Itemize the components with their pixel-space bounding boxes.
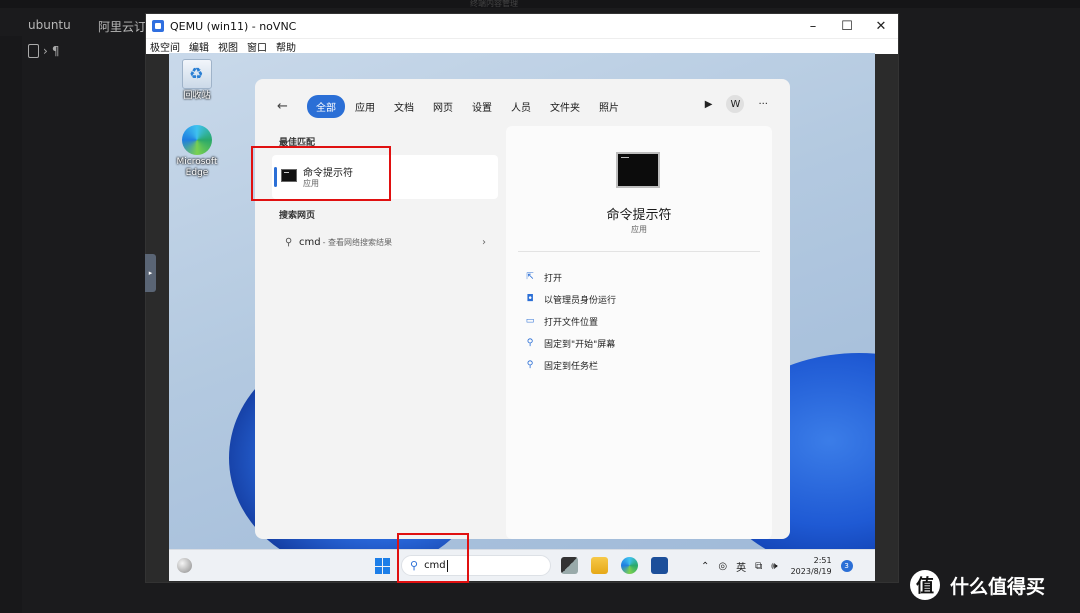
tab-folders[interactable]: 文件夹 [541, 95, 589, 118]
action-open[interactable]: ⇱ 打开 [524, 266, 616, 288]
chevron-right-icon[interactable]: › [482, 237, 486, 248]
panel-tools: ▶ W ··· [705, 95, 768, 113]
clock-time: 2:51 [813, 556, 832, 565]
chevron-up-icon[interactable]: ⌃ [701, 561, 709, 572]
desktop-icon-label: Microsoft Edge [176, 157, 218, 178]
tab-settings[interactable]: 设置 [463, 95, 501, 118]
volume-icon[interactable]: 🕪 [771, 561, 777, 572]
action-run-as-admin[interactable]: ◘ 以管理员身份运行 [524, 288, 616, 310]
display-icon[interactable]: ⧉ [755, 561, 762, 572]
detail-app-name: 命令提示符 [606, 208, 672, 223]
action-label: 以管理员身份运行 [544, 295, 617, 306]
menu-bar: 极空间 编辑 视图 窗口 帮助 [146, 38, 898, 54]
document-icon[interactable] [28, 44, 39, 58]
more-options-icon[interactable]: ··· [758, 99, 768, 110]
menu-item-zspace[interactable]: 极空间 [150, 39, 180, 54]
start-logo-tile [383, 558, 390, 566]
start-logo-tile [383, 566, 390, 574]
action-pin-to-taskbar[interactable]: ⚲ 固定到任务栏 [524, 354, 616, 376]
tab-apps[interactable]: 应用 [346, 95, 384, 118]
clock[interactable]: 2:51 2023/8/19 [791, 555, 832, 577]
search-filter-tabs: ← 全部 应用 文档 网页 设置 人员 文件夹 照片 [277, 95, 629, 118]
web-search-header: 搜索网页 [279, 211, 316, 221]
edge-icon [182, 125, 212, 155]
tab-web[interactable]: 网页 [424, 95, 462, 118]
avatar[interactable]: W [726, 95, 745, 113]
action-pin-to-start[interactable]: ⚲ 固定到"开始"屏幕 [524, 332, 616, 354]
host-titlebar: 终端内容管理 [0, 0, 1080, 8]
watermark-text: 什么值得买 [950, 575, 1046, 598]
back-arrow-icon[interactable]: ← [277, 99, 299, 114]
admin-shield-icon: ◘ [526, 294, 534, 304]
action-label: 打开文件位置 [544, 317, 599, 328]
watermark: 值 什么值得买 [910, 570, 1045, 600]
start-button[interactable] [375, 558, 391, 574]
notification-badge[interactable]: 3 [840, 560, 853, 572]
divider [518, 251, 760, 252]
menu-item-edit[interactable]: 编辑 [189, 39, 209, 54]
detail-pane: 命令提示符 应用 ⇱ 打开 ◘ 以管理员身份运行 ▭ 打开文件位置 ⚲ 固定到"… [506, 126, 772, 539]
open-icon: ⇱ [526, 272, 534, 282]
host-window-title: 终端内容管理 [470, 0, 518, 8]
tab-photos[interactable]: 照片 [590, 95, 628, 118]
pin-icon: ⚲ [526, 360, 534, 370]
app-logo-icon [152, 20, 164, 32]
ime-indicator[interactable]: 英 [736, 559, 746, 574]
maximize-button[interactable]: ☐ [830, 14, 864, 38]
start-logo-tile [375, 566, 382, 574]
action-label: 打开 [544, 273, 563, 284]
menu-item-window[interactable]: 窗口 [247, 39, 267, 54]
action-open-file-location[interactable]: ▭ 打开文件位置 [524, 310, 616, 332]
network-status-icon[interactable]: ◎ [718, 561, 727, 572]
web-search-query: cmd [299, 236, 321, 248]
play-icon[interactable]: ▶ [705, 99, 713, 110]
action-label: 固定到"开始"屏幕 [544, 339, 616, 350]
action-label: 固定到任务栏 [544, 361, 599, 372]
host-tab-aliyun[interactable]: 阿里云订 [98, 18, 146, 35]
clock-date: 2023/8/19 [790, 567, 832, 576]
window-controls: – ☐ ✕ [796, 14, 898, 38]
highlight-box-search [397, 533, 469, 583]
task-view-icon[interactable] [561, 557, 578, 574]
desktop-icon-edge[interactable]: Microsoft Edge [169, 125, 225, 179]
minimize-button[interactable]: – [796, 14, 830, 38]
menu-item-help[interactable]: 帮助 [276, 39, 296, 54]
desktop-icon-recycle-bin[interactable]: 回收站 [169, 59, 225, 102]
detail-app-type: 应用 [631, 225, 647, 234]
edge-icon[interactable] [621, 557, 638, 574]
action-list: ⇱ 打开 ◘ 以管理员身份运行 ▭ 打开文件位置 ⚲ 固定到"开始"屏幕 ⚲ 固… [524, 266, 616, 376]
search-icon: ⚲ [285, 236, 293, 248]
smzdm-logo-icon: 值 [910, 570, 940, 600]
tab-documents[interactable]: 文档 [385, 95, 423, 118]
novnc-control-bar-handle[interactable]: ▸ [145, 254, 156, 292]
system-tray: ⌃ ◎ 英 ⧉ 🕪 2:51 2023/8/19 3 [701, 550, 853, 582]
widgets-icon[interactable] [177, 558, 192, 573]
start-logo-tile [375, 558, 382, 566]
window-title: QEMU (win11) - noVNC [170, 19, 297, 33]
highlight-box-best-match [251, 146, 391, 201]
taskbar: ⚲ cmd ⌃ ◎ 英 ⧉ 🕪 2:51 2023/8/19 3 [169, 549, 875, 581]
tab-people[interactable]: 人员 [502, 95, 540, 118]
microsoft-store-icon[interactable] [651, 557, 668, 574]
command-prompt-large-icon [616, 152, 660, 188]
pin-icon: ⚲ [526, 338, 534, 348]
pilcrow-icon[interactable]: ¶ [52, 44, 60, 58]
file-explorer-icon[interactable] [591, 557, 608, 574]
menu-item-view[interactable]: 视图 [218, 39, 238, 54]
desktop-icon-label: 回收站 [183, 91, 211, 101]
host-toolbar: › ¶ [28, 44, 59, 58]
tab-all[interactable]: 全部 [307, 95, 345, 118]
host-sidebar [0, 36, 22, 613]
close-button[interactable]: ✕ [864, 14, 898, 38]
recycle-bin-icon [182, 59, 212, 89]
web-search-result[interactable]: ⚲ cmd - 查看网络搜索结果 › [272, 230, 498, 254]
novnc-titlebar[interactable]: QEMU (win11) - noVNC – ☐ ✕ [146, 14, 898, 38]
chevron-right-icon: › [43, 44, 48, 58]
folder-icon: ▭ [525, 316, 535, 326]
host-tab-ubuntu[interactable]: ubuntu [28, 18, 71, 32]
web-search-hint: - 查看网络搜索结果 [322, 237, 393, 247]
